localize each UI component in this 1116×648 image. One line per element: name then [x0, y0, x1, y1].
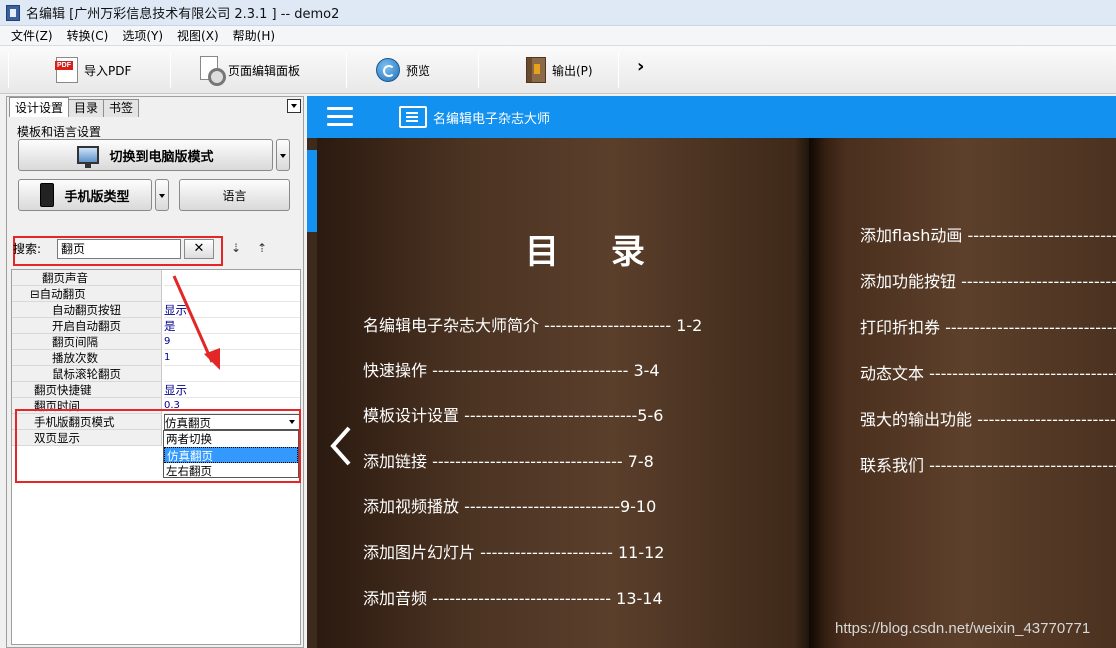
- preview-label: 预览: [406, 63, 431, 78]
- brand: 名编辑电子杂志大师: [399, 106, 550, 128]
- toc-title: 目 录: [525, 232, 665, 272]
- monitor-icon: [77, 146, 100, 168]
- property-row[interactable]: 翻页间隔 9: [12, 334, 300, 350]
- window-title: 名编辑 [广州万彩信息技术有限公司 2.3.1 ] -- demo2: [26, 7, 340, 22]
- toolbar-separator: [170, 52, 171, 88]
- import-pdf-label: 导入PDF: [84, 63, 132, 78]
- dropdown-option[interactable]: 左右翻页: [164, 463, 298, 479]
- design-settings-panel: 设计设置 目录 书签 模板和语言设置 切换到电脑版模式 手机版类型 语言 搜索:…: [6, 96, 304, 648]
- toc-item[interactable]: 添加flash动画 ---------------------------: [860, 222, 1116, 246]
- language-label: 语言: [222, 188, 247, 203]
- menu-file[interactable]: 文件(Z): [4, 27, 60, 44]
- property-name: 开启自动翻页: [12, 318, 162, 334]
- property-row[interactable]: 鼠标滚轮翻页: [12, 366, 300, 382]
- menu-view[interactable]: 视图(X): [170, 27, 226, 44]
- toc-item[interactable]: 添加音频 ------------------------------- 13-…: [363, 585, 663, 609]
- sort-up-icon[interactable]: ⇡: [257, 241, 273, 257]
- book-spine-shadow: [795, 138, 825, 648]
- phone-icon: [40, 183, 55, 207]
- switch-desktop-mode-label: 切换到电脑版模式: [109, 149, 214, 165]
- switch-mode-dropdown[interactable]: [276, 139, 290, 171]
- property-row[interactable]: 自动翻页按钮 显示: [12, 302, 300, 318]
- mobile-type-dropdown[interactable]: [155, 179, 169, 211]
- flip-mode-dropdown-list: 两者切换 仿真翻页 左右翻页: [163, 430, 299, 478]
- annotation-arrow-icon: [172, 275, 220, 370]
- dropdown-option-selected[interactable]: 仿真翻页: [164, 447, 298, 463]
- panel-tabs: 设计设置 目录 书签: [9, 97, 140, 117]
- language-button[interactable]: 语言: [179, 179, 290, 211]
- property-name: 播放次数: [12, 350, 162, 366]
- app-icon: [6, 4, 20, 21]
- section-title: 模板和语言设置: [17, 125, 102, 139]
- mobile-type-button[interactable]: 手机版类型: [18, 179, 152, 211]
- dropdown-option[interactable]: 两者切换: [164, 431, 298, 447]
- tab-design-settings[interactable]: 设计设置: [9, 97, 70, 117]
- toc-item[interactable]: 添加图片幻灯片 ----------------------- 11-12: [363, 539, 664, 563]
- menu-help[interactable]: 帮助(H): [226, 27, 282, 44]
- toc-item[interactable]: 联系我们 ----------------------------------: [860, 452, 1116, 476]
- viewer-top-bar: 名编辑电子杂志大师: [307, 96, 1116, 138]
- property-row[interactable]: 播放次数 1: [12, 350, 300, 366]
- menu-convert[interactable]: 转换(C): [60, 27, 116, 44]
- search-input[interactable]: 翻页: [57, 239, 181, 259]
- page-settings-icon: [198, 56, 226, 86]
- menu-bar: 文件(Z) 转换(C) 选项(Y) 视图(X) 帮助(H): [0, 26, 1116, 46]
- property-row[interactable]: ⊟自动翻页: [12, 286, 300, 302]
- property-name: 鼠标滚轮翻页: [12, 366, 162, 382]
- import-pdf-button[interactable]: PDF 导入PDF: [55, 54, 132, 86]
- page-editor-label: 页面编辑面板: [228, 63, 301, 78]
- tab-bookmarks[interactable]: 书签: [103, 99, 140, 117]
- property-name: 翻页声音: [12, 270, 162, 286]
- mobile-type-label: 手机版类型: [64, 189, 130, 205]
- toc-item[interactable]: 模板设计设置 ------------------------------5-6: [363, 402, 663, 426]
- property-name: 自动翻页按钮: [12, 302, 162, 318]
- toc-item[interactable]: 添加功能按钮 ----------------------------: [860, 268, 1116, 292]
- brand-name: 名编辑电子杂志大师: [433, 111, 551, 127]
- page-editor-button[interactable]: 页面编辑面板: [198, 54, 300, 86]
- preview-button[interactable]: 预览: [376, 54, 430, 86]
- search-clear-button[interactable]: ✕: [184, 239, 214, 259]
- search-label: 搜索:: [13, 242, 42, 256]
- output-label: 输出(P): [552, 63, 593, 78]
- menu-hamburger-icon[interactable]: [327, 107, 353, 127]
- toc-item[interactable]: 打印折扣券 -------------------------------: [860, 314, 1116, 338]
- toolbar-more-chevron-icon[interactable]: ›: [637, 56, 644, 77]
- switch-desktop-mode-button[interactable]: 切换到电脑版模式: [18, 139, 273, 171]
- property-row[interactable]: 开启自动翻页 是: [12, 318, 300, 334]
- property-group-auto-flip[interactable]: ⊟自动翻页: [12, 286, 162, 302]
- toc-item[interactable]: 添加链接 --------------------------------- 7…: [363, 448, 654, 472]
- toc-item[interactable]: 动态文本 ----------------------------------: [860, 360, 1116, 384]
- property-name: 翻页快捷键: [12, 382, 162, 398]
- output-button[interactable]: 输出(P): [526, 54, 593, 86]
- title-bar: 名编辑 [广州万彩信息技术有限公司 2.3.1 ] -- demo2: [0, 0, 1116, 26]
- watermark: https://blog.csdn.net/weixin_43770771: [835, 620, 1091, 637]
- menu-options[interactable]: 选项(Y): [115, 27, 170, 44]
- flipbook-preview: 名编辑电子杂志大师 目 录 名编辑电子杂志大师简介 --------------…: [307, 96, 1116, 648]
- toc-item[interactable]: 强大的输出功能 ---------------------------: [860, 406, 1116, 430]
- property-row[interactable]: 翻页声音: [12, 270, 300, 286]
- monitor-logo-icon: [399, 106, 427, 128]
- previous-page-chevron-icon[interactable]: [329, 426, 353, 466]
- property-name: 翻页间隔: [12, 334, 162, 350]
- book-page-left: [317, 138, 809, 648]
- toc-item[interactable]: 快速操作 ---------------------------------- …: [363, 357, 660, 381]
- preview-icon: [376, 58, 400, 82]
- toolbar-separator: [478, 52, 479, 88]
- book-page-right: [809, 138, 1116, 648]
- side-tab[interactable]: [307, 150, 317, 232]
- property-value: 显示: [164, 382, 300, 398]
- tab-toc[interactable]: 目录: [68, 99, 105, 117]
- toc-item[interactable]: 添加视频播放 ---------------------------9-10: [363, 493, 656, 517]
- toolbar-separator: [618, 52, 619, 88]
- toolbar-separator: [346, 52, 347, 88]
- sort-down-icon[interactable]: ⇣: [231, 241, 247, 257]
- property-row[interactable]: 翻页快捷键 显示: [12, 382, 300, 398]
- pdf-icon: PDF: [55, 57, 78, 83]
- output-book-icon: [526, 57, 546, 83]
- toolbar-separator: [8, 52, 9, 88]
- toc-item[interactable]: 名编辑电子杂志大师简介 ---------------------- 1-2: [363, 312, 702, 336]
- toolbar: PDF 导入PDF 页面编辑面板 预览 输出(P): [0, 46, 1116, 94]
- panel-dropdown-button[interactable]: [287, 99, 301, 113]
